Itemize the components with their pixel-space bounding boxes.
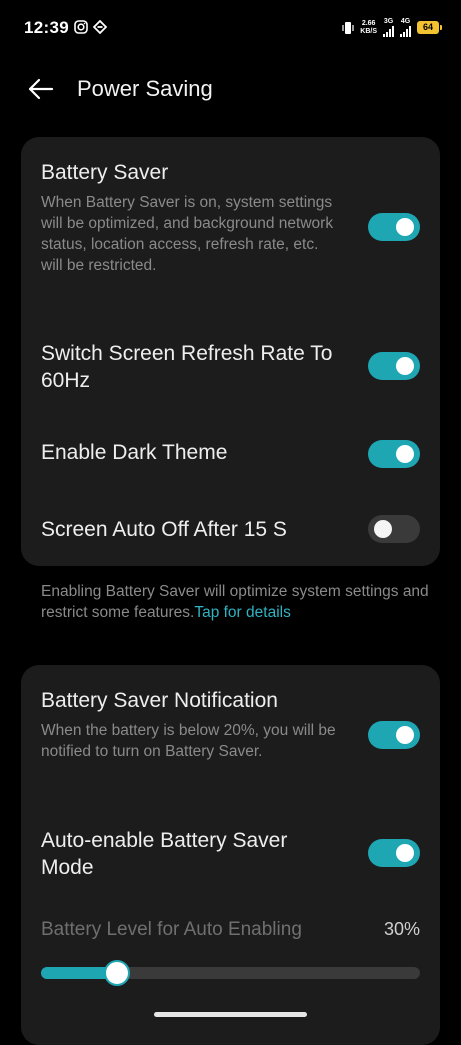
network-speed: 2.66 KB/S: [360, 19, 377, 35]
toggle-knob: [396, 218, 414, 236]
app-notification-icon: [93, 20, 107, 34]
dark-theme-toggle[interactable]: [368, 440, 420, 468]
page-title: Power Saving: [77, 76, 213, 101]
notification-title: Battery Saver Notification: [41, 689, 278, 712]
auto-enable-card: Battery Saver Notification When the batt…: [21, 665, 440, 1045]
toggle-knob: [396, 726, 414, 744]
home-indicator[interactable]: [154, 1012, 307, 1017]
status-bar: 12:39 2.66 KB/S 3G 4G 64: [0, 0, 461, 58]
auto-enable-toggle[interactable]: [368, 839, 420, 867]
signal-bars-icon: [400, 26, 411, 37]
instagram-icon: [74, 20, 88, 34]
battery-level-label: Battery Level for Auto Enabling: [41, 919, 302, 940]
toggle-knob: [374, 520, 392, 538]
refresh-rate-title: Switch Screen Refresh Rate To 60Hz: [41, 342, 333, 392]
battery-saver-card: Battery Saver When Battery Saver is on, …: [21, 137, 440, 566]
battery-saver-title: Battery Saver: [41, 161, 169, 184]
notification-toggle[interactable]: [368, 721, 420, 749]
toggle-knob: [396, 445, 414, 463]
battery-level-value: 30%: [383, 919, 420, 939]
battery-icon: 64: [417, 21, 442, 34]
auto-off-title: Screen Auto Off After 15 S: [41, 518, 287, 541]
battery-level-slider[interactable]: [41, 960, 420, 986]
clock: 12:39: [24, 18, 69, 37]
dark-theme-title: Enable Dark Theme: [41, 441, 228, 464]
details-link[interactable]: Tap for details: [194, 604, 291, 621]
toggle-knob: [396, 357, 414, 375]
battery-saver-desc: When Battery Saver is on, system setting…: [41, 194, 334, 274]
back-arrow-icon[interactable]: [26, 74, 56, 104]
vibrate-icon: [342, 21, 354, 34]
signal-2: 4G: [400, 18, 411, 37]
slider-thumb[interactable]: [103, 960, 130, 986]
toggle-knob: [396, 844, 414, 862]
app-header: Power Saving: [0, 70, 461, 108]
battery-saver-note: Enabling Battery Saver will optimize sys…: [41, 581, 431, 623]
status-icons: 2.66 KB/S 3G 4G 64: [342, 18, 442, 37]
battery-saver-toggle[interactable]: [368, 213, 420, 241]
notification-desc: When the battery is below 20%, you will …: [41, 722, 336, 760]
auto-enable-title: Auto-enable Battery Saver Mode: [41, 829, 288, 879]
signal-bars-icon: [383, 26, 394, 37]
signal-1: 3G: [383, 18, 394, 37]
refresh-rate-toggle[interactable]: [368, 352, 420, 380]
auto-off-toggle[interactable]: [368, 515, 420, 543]
